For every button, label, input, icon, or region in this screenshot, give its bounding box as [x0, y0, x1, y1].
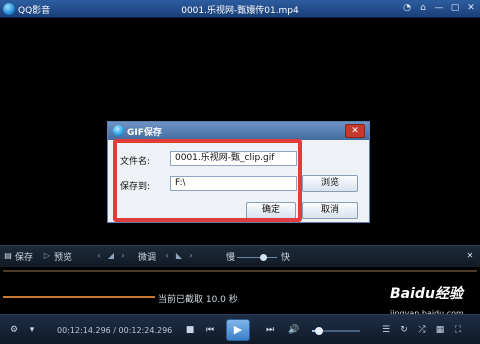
dialog-app-icon	[113, 125, 124, 136]
stop-icon[interactable]: ■	[184, 324, 196, 336]
skin-icon[interactable]: ◔	[402, 2, 412, 14]
gif-toolbar: ▤ 保存 ▷ 预览 ‹ ◢ › 微调 ‹ ◣ › 慢 快 ✕	[0, 245, 480, 267]
gif-save-dialog: GIF保存 ✕ 文件名: 0001.乐视网-甄_clip.gif 保存到: F:…	[107, 121, 370, 223]
playlist-icon[interactable]: ☰	[380, 324, 392, 336]
save-button[interactable]: 保存	[15, 250, 33, 263]
player-controls: ⚙ ▾ 00:12:14.296 / 00:12:24.296 ■ ⏮ ▶ ⏭ …	[0, 314, 480, 344]
window-controls: ◔ ⌂ — ▢ ✕	[402, 2, 476, 14]
maximize-icon[interactable]: ▢	[450, 2, 460, 14]
toolbox-icon[interactable]: ▦	[434, 324, 446, 336]
browse-button[interactable]: 浏览	[302, 175, 358, 192]
filename-field[interactable]: 0001.乐视网-甄_clip.gif	[170, 151, 297, 166]
preview-icon: ▷	[43, 251, 51, 260]
filename-label: 文件名:	[120, 157, 151, 167]
fast-label: 快	[281, 253, 291, 263]
savepath-label: 保存到:	[120, 182, 151, 192]
slow-label: 慢	[226, 253, 236, 263]
ok-button[interactable]: 确定	[246, 202, 296, 219]
speed-slider-knob[interactable]	[259, 254, 267, 261]
watermark-logo: Baidu经验	[390, 286, 463, 302]
cancel-button[interactable]: 取消	[302, 202, 358, 219]
clip-timeline[interactable]	[3, 270, 477, 272]
time-display: 00:12:14.296 / 00:12:24.296	[57, 326, 173, 335]
end-step-back-icon[interactable]: ‹	[162, 251, 172, 261]
fine-tune-label: 微调	[138, 253, 157, 263]
title-bar: QQ影音 0001.乐视网-甄嬛传01.mp4 ◔ ⌂ — ▢ ✕	[0, 0, 480, 18]
minimize-icon[interactable]: —	[434, 2, 444, 14]
fullscreen-icon[interactable]: ⛶	[452, 324, 464, 336]
repeat-icon[interactable]: ↻	[398, 324, 410, 336]
speed-slider[interactable]	[237, 257, 277, 258]
step-back-icon[interactable]: ‹	[94, 251, 104, 261]
settings-icon[interactable]: ⚙	[8, 324, 20, 336]
menu-arrow-icon[interactable]: ▾	[26, 324, 38, 336]
step-forward-icon[interactable]: ›	[118, 251, 128, 261]
volume-knob[interactable]	[315, 327, 324, 335]
close-icon[interactable]: ✕	[466, 2, 476, 14]
volume-icon[interactable]: 🔊	[288, 324, 300, 336]
play-button[interactable]: ▶	[226, 319, 250, 341]
dialog-title-bar[interactable]: GIF保存 ✕	[108, 122, 369, 140]
dialog-body: 文件名: 0001.乐视网-甄_clip.gif 保存到: F:\ 浏览 确定 …	[108, 140, 369, 222]
dialog-close-button[interactable]: ✕	[345, 124, 365, 138]
savepath-field[interactable]: F:\	[170, 176, 297, 191]
clip-status-text: 当前已截取 10.0 秒	[158, 295, 238, 305]
end-step-forward-icon[interactable]: ›	[186, 251, 196, 261]
save-icon: ▤	[4, 251, 12, 260]
pin-icon[interactable]: ⌂	[418, 2, 428, 14]
dialog-title: GIF保存	[127, 128, 162, 138]
clip-range-bar[interactable]	[3, 296, 155, 298]
previous-icon[interactable]: ⏮	[204, 324, 216, 336]
preview-button[interactable]: 预览	[54, 250, 72, 263]
close-toolbar-icon[interactable]: ✕	[465, 251, 475, 261]
end-marker-icon[interactable]: ◣	[174, 251, 184, 261]
shuffle-icon[interactable]: ⤮	[416, 324, 428, 336]
next-icon[interactable]: ⏭	[264, 324, 276, 336]
volume-slider[interactable]	[312, 327, 360, 335]
start-marker-icon[interactable]: ◢	[106, 251, 116, 261]
